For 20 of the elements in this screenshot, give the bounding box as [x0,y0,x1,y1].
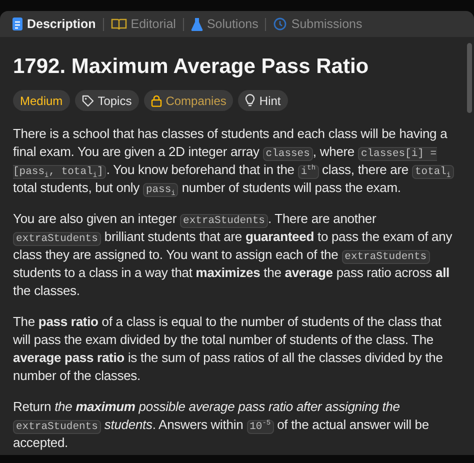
tag-chip[interactable]: Companies [144,90,234,111]
difficulty-badge: Medium [13,90,70,111]
problem-title: 1792. Maximum Average Pass Ratio [13,55,370,79]
paragraph: Return the maximum possible average pass ratio after assigning the extraStudents students. Answers within 10$^{-5}$ of the actual answer will be accepted. [13,398,430,452]
tab[interactable]: Solutions [186,17,262,31]
lightbulb-icon [245,94,256,107]
paragraph: You are also given an integer extraStudents . There are another extraStudents brilliant students that are guaranteed to pass the exam of any class they are assigned to. You want to assign each of the extraStudents students to a class in a way that maximizes the average pass ratio across all the classes. [13,210,454,300]
tag-chip[interactable]: Hint [238,90,288,111]
document-icon [12,17,23,31]
clock-icon [273,17,288,31]
flask-icon [190,17,203,31]
tab[interactable]: Submissions [269,17,366,31]
tag-icon [82,94,94,106]
tab[interactable]: Editorial [106,17,180,31]
book-icon [110,18,127,30]
tag-chip[interactable]: Topics [74,90,139,111]
paragraph: There is a school that has classes of students and each class will be having a final exam. You are given a 2D integer array classes , where classes[i] = [pass$_{i}$, total$_{i}$] . You know beforehand that in the i$^{th}$ class, there are total$_{i}$ total students, but only pass$_{i}$ number of students will pass the exam. [13,125,461,197]
lock-icon [150,94,162,106]
paragraph: The pass ratio of a class is equal to the number of students of the class that will pass the exam divided by the total number of students of the class. The average pass ratio is the sum of pass ratios of all the classes divided by the number of the classes. [13,313,444,385]
tab[interactable]: Description [8,17,100,31]
